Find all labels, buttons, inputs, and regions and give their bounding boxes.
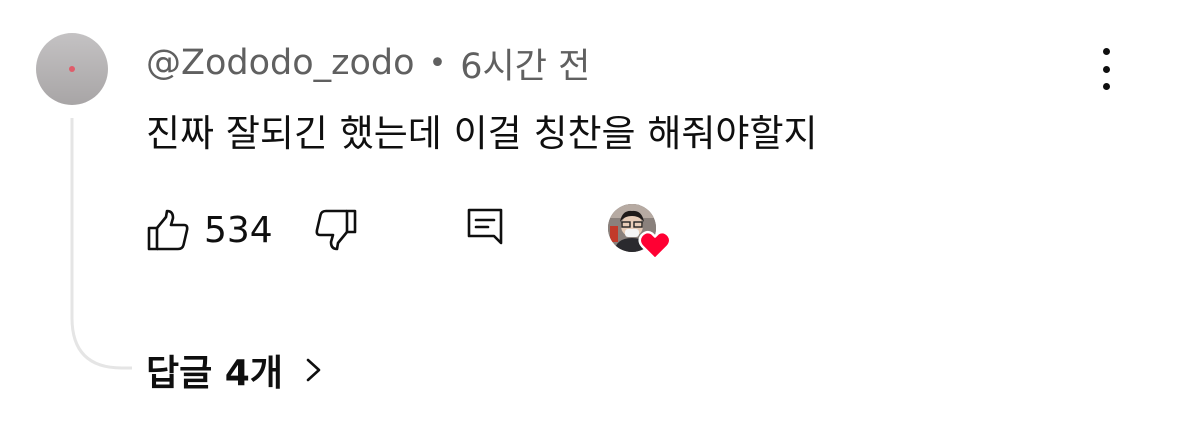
comment-meta: @Zododo_zodo • 6시간 전 [146,38,590,88]
dislike-button[interactable] [314,208,358,252]
like-count: 534 [204,209,273,251]
like-button[interactable] [146,208,190,252]
more-vertical-icon [1102,48,1110,55]
reply-button[interactable] [464,206,508,250]
comment-text: 진짜 잘되긴 했는데 이걸 칭찬을 해줘야할지 [146,112,818,155]
avatar-dot [69,66,75,72]
creator-heart-badge [608,204,672,264]
replies-label: 답글 4개 [146,353,283,394]
commenter-avatar[interactable] [36,33,108,105]
author-handle[interactable]: @Zododo_zodo [146,43,415,83]
thumb-down-icon [315,209,357,251]
more-options-button[interactable] [1090,48,1122,90]
comment-reply-icon [467,208,503,245]
meta-separator: • [428,45,447,81]
comment-timestamp: 6시간 전 [460,46,591,87]
heart-icon [638,230,672,261]
chevron-right-icon [306,358,321,382]
view-replies-button[interactable]: 답글 4개 [146,344,325,396]
thumb-up-icon [147,209,189,251]
